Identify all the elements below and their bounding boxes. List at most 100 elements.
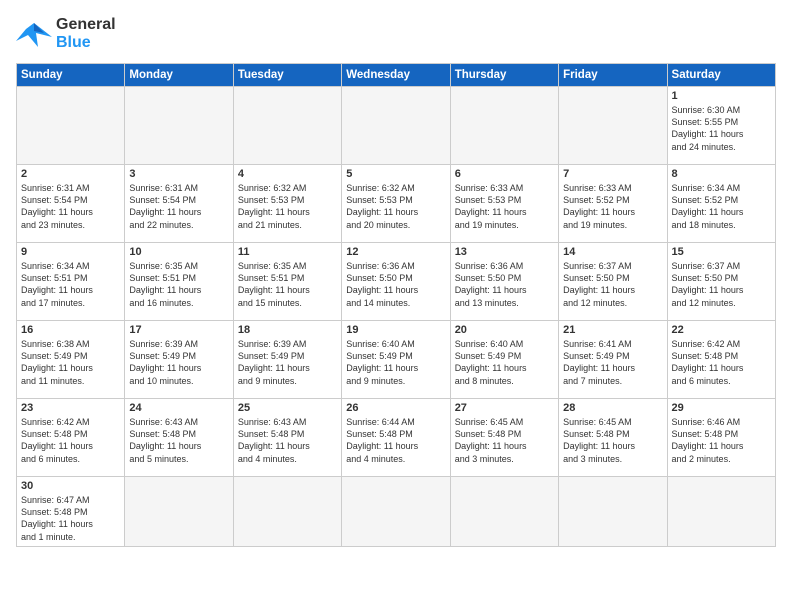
cell-info: Sunrise: 6:42 AM Sunset: 5:48 PM Dayligh… xyxy=(21,416,120,465)
cell-info: Sunrise: 6:35 AM Sunset: 5:51 PM Dayligh… xyxy=(129,260,228,309)
day-number: 30 xyxy=(21,480,120,492)
logo-text-general: General xyxy=(56,16,116,34)
cell-info: Sunrise: 6:34 AM Sunset: 5:52 PM Dayligh… xyxy=(672,182,771,231)
cell-info: Sunrise: 6:45 AM Sunset: 5:48 PM Dayligh… xyxy=(455,416,554,465)
calendar-cell: 29 Sunrise: 6:46 AM Sunset: 5:48 PM Dayli… xyxy=(667,399,775,477)
day-number: 8 xyxy=(672,168,771,180)
cell-info: Sunrise: 6:39 AM Sunset: 5:49 PM Dayligh… xyxy=(129,338,228,387)
day-number: 17 xyxy=(129,324,228,336)
calendar-cell xyxy=(342,87,450,165)
day-number: 9 xyxy=(21,246,120,258)
day-number: 14 xyxy=(563,246,662,258)
cell-info: Sunrise: 6:41 AM Sunset: 5:49 PM Dayligh… xyxy=(563,338,662,387)
day-number: 5 xyxy=(346,168,445,180)
calendar-cell: 19Sunrise: 6:40 AM Sunset: 5:49 PM Dayli… xyxy=(342,321,450,399)
calendar-week-row: 2 Sunrise: 6:31 AM Sunset: 5:54 PM Daylig… xyxy=(17,165,776,243)
cell-info: Sunrise: 6:32 AM Sunset: 5:53 PM Dayligh… xyxy=(238,182,337,231)
cell-info: Sunrise: 6:31 AM Sunset: 5:54 PM Dayligh… xyxy=(21,182,120,231)
weekday-header-sunday: Sunday xyxy=(17,64,125,87)
page-header: General Blue xyxy=(16,16,776,51)
calendar-cell: 21 Sunrise: 6:41 AM Sunset: 5:49 PM Dayli… xyxy=(559,321,667,399)
day-number: 1 xyxy=(672,90,771,102)
cell-info: Sunrise: 6:36 AM Sunset: 5:50 PM Dayligh… xyxy=(455,260,554,309)
calendar-cell: 26 Sunrise: 6:44 AM Sunset: 5:48 PM Dayli… xyxy=(342,399,450,477)
weekday-header-saturday: Saturday xyxy=(667,64,775,87)
day-number: 4 xyxy=(238,168,337,180)
cell-info: Sunrise: 6:46 AM Sunset: 5:48 PM Dayligh… xyxy=(672,416,771,465)
calendar-cell: 18Sunrise: 6:39 AM Sunset: 5:49 PM Dayli… xyxy=(233,321,341,399)
weekday-header-wednesday: Wednesday xyxy=(342,64,450,87)
calendar-cell: 6Sunrise: 6:33 AM Sunset: 5:53 PM Daylig… xyxy=(450,165,558,243)
calendar-cell: 4 Sunrise: 6:32 AM Sunset: 5:53 PM Daylig… xyxy=(233,165,341,243)
cell-info: Sunrise: 6:31 AM Sunset: 5:54 PM Dayligh… xyxy=(129,182,228,231)
day-number: 12 xyxy=(346,246,445,258)
cell-info: Sunrise: 6:45 AM Sunset: 5:48 PM Dayligh… xyxy=(563,416,662,465)
day-number: 24 xyxy=(129,402,228,414)
calendar-cell: 7 Sunrise: 6:33 AM Sunset: 5:52 PM Daylig… xyxy=(559,165,667,243)
calendar-cell xyxy=(450,477,558,547)
day-number: 20 xyxy=(455,324,554,336)
day-number: 27 xyxy=(455,402,554,414)
calendar-cell: 15Sunrise: 6:37 AM Sunset: 5:50 PM Dayli… xyxy=(667,243,775,321)
logo: General Blue xyxy=(16,16,116,51)
weekday-header-thursday: Thursday xyxy=(450,64,558,87)
day-number: 26 xyxy=(346,402,445,414)
cell-info: Sunrise: 6:33 AM Sunset: 5:52 PM Dayligh… xyxy=(563,182,662,231)
day-number: 16 xyxy=(21,324,120,336)
cell-info: Sunrise: 6:47 AM Sunset: 5:48 PM Dayligh… xyxy=(21,494,120,543)
cell-info: Sunrise: 6:42 AM Sunset: 5:48 PM Dayligh… xyxy=(672,338,771,387)
day-number: 28 xyxy=(563,402,662,414)
day-number: 3 xyxy=(129,168,228,180)
logo-icon xyxy=(16,19,52,49)
weekday-header-tuesday: Tuesday xyxy=(233,64,341,87)
calendar-cell: 30 Sunrise: 6:47 AM Sunset: 5:48 PM Dayli… xyxy=(17,477,125,547)
cell-info: Sunrise: 6:43 AM Sunset: 5:48 PM Dayligh… xyxy=(238,416,337,465)
day-number: 21 xyxy=(563,324,662,336)
calendar-cell xyxy=(233,477,341,547)
calendar-week-row: 23 Sunrise: 6:42 AM Sunset: 5:48 PM Dayli… xyxy=(17,399,776,477)
calendar-cell: 23 Sunrise: 6:42 AM Sunset: 5:48 PM Dayli… xyxy=(17,399,125,477)
cell-info: Sunrise: 6:40 AM Sunset: 5:49 PM Dayligh… xyxy=(455,338,554,387)
calendar-cell: 22 Sunrise: 6:42 AM Sunset: 5:48 PM Dayli… xyxy=(667,321,775,399)
calendar-cell: 16Sunrise: 6:38 AM Sunset: 5:49 PM Dayli… xyxy=(17,321,125,399)
day-number: 19 xyxy=(346,324,445,336)
calendar-week-row: 16Sunrise: 6:38 AM Sunset: 5:49 PM Dayli… xyxy=(17,321,776,399)
weekday-header-monday: Monday xyxy=(125,64,233,87)
calendar-cell xyxy=(17,87,125,165)
calendar-cell xyxy=(342,477,450,547)
cell-info: Sunrise: 6:34 AM Sunset: 5:51 PM Dayligh… xyxy=(21,260,120,309)
day-number: 22 xyxy=(672,324,771,336)
calendar-cell: 27 Sunrise: 6:45 AM Sunset: 5:48 PM Dayli… xyxy=(450,399,558,477)
day-number: 7 xyxy=(563,168,662,180)
cell-info: Sunrise: 6:44 AM Sunset: 5:48 PM Dayligh… xyxy=(346,416,445,465)
calendar-cell: 2 Sunrise: 6:31 AM Sunset: 5:54 PM Daylig… xyxy=(17,165,125,243)
logo-text-blue: Blue xyxy=(56,34,116,52)
calendar-cell xyxy=(125,477,233,547)
day-number: 6 xyxy=(455,168,554,180)
day-number: 2 xyxy=(21,168,120,180)
calendar-cell xyxy=(125,87,233,165)
calendar-week-row: 9 Sunrise: 6:34 AM Sunset: 5:51 PM Daylig… xyxy=(17,243,776,321)
day-number: 13 xyxy=(455,246,554,258)
calendar-week-row: 30 Sunrise: 6:47 AM Sunset: 5:48 PM Dayli… xyxy=(17,477,776,547)
weekday-header-friday: Friday xyxy=(559,64,667,87)
calendar-cell: 9 Sunrise: 6:34 AM Sunset: 5:51 PM Daylig… xyxy=(17,243,125,321)
day-number: 29 xyxy=(672,402,771,414)
calendar-cell: 1Sunrise: 6:30 AM Sunset: 5:55 PM Daylig… xyxy=(667,87,775,165)
calendar-header-row: SundayMondayTuesdayWednesdayThursdayFrid… xyxy=(17,64,776,87)
calendar-cell: 17 Sunrise: 6:39 AM Sunset: 5:49 PM Dayli… xyxy=(125,321,233,399)
day-number: 11 xyxy=(238,246,337,258)
calendar-table: SundayMondayTuesdayWednesdayThursdayFrid… xyxy=(16,63,776,547)
calendar-cell: 12Sunrise: 6:36 AM Sunset: 5:50 PM Dayli… xyxy=(342,243,450,321)
calendar-cell: 11 Sunrise: 6:35 AM Sunset: 5:51 PM Dayli… xyxy=(233,243,341,321)
calendar-cell: 25Sunrise: 6:43 AM Sunset: 5:48 PM Dayli… xyxy=(233,399,341,477)
calendar-cell: 10Sunrise: 6:35 AM Sunset: 5:51 PM Dayli… xyxy=(125,243,233,321)
cell-info: Sunrise: 6:32 AM Sunset: 5:53 PM Dayligh… xyxy=(346,182,445,231)
calendar-cell xyxy=(450,87,558,165)
day-number: 23 xyxy=(21,402,120,414)
calendar-week-row: 1Sunrise: 6:30 AM Sunset: 5:55 PM Daylig… xyxy=(17,87,776,165)
cell-info: Sunrise: 6:35 AM Sunset: 5:51 PM Dayligh… xyxy=(238,260,337,309)
calendar-cell: 3 Sunrise: 6:31 AM Sunset: 5:54 PM Daylig… xyxy=(125,165,233,243)
cell-info: Sunrise: 6:37 AM Sunset: 5:50 PM Dayligh… xyxy=(672,260,771,309)
calendar-cell: 5 Sunrise: 6:32 AM Sunset: 5:53 PM Daylig… xyxy=(342,165,450,243)
